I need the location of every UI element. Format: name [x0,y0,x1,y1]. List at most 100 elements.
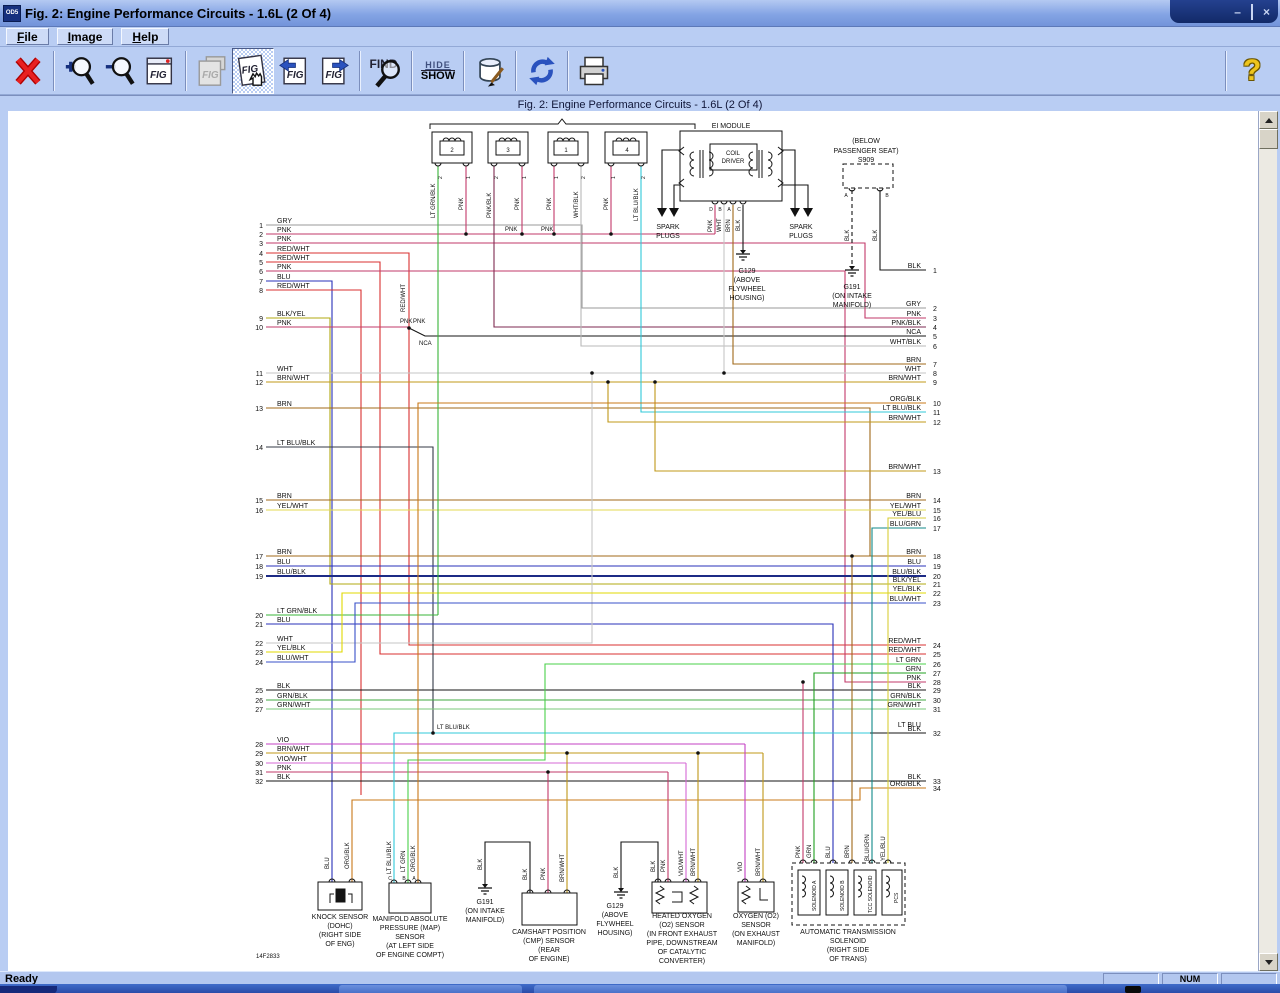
zoom-out-button[interactable] [100,49,140,93]
svg-text:BRN: BRN [277,401,292,408]
svg-text:15: 15 [933,508,941,515]
svg-text:9: 9 [933,380,937,387]
svg-text:BRN/WHT: BRN/WHT [888,375,921,382]
figure-next-icon: FIG [317,54,351,88]
svg-text:YEL/BLK: YEL/BLK [893,586,922,593]
window-title: Fig. 2: Engine Performance Circuits - 1.… [25,6,331,21]
svg-text:(ON INTAKE: (ON INTAKE [832,293,872,300]
toolbar-separator [185,51,187,91]
svg-text:20: 20 [255,613,263,620]
svg-text:LT GRN/BLK: LT GRN/BLK [431,184,437,218]
svg-text:GRN/WHT: GRN/WHT [888,702,922,709]
svg-text:23: 23 [255,650,263,657]
svg-text:KNOCK SENSOR: KNOCK SENSOR [312,914,368,921]
svg-text:EI MODULE: EI MODULE [712,123,751,130]
svg-text:2: 2 [581,176,587,179]
svg-text:14F2833: 14F2833 [256,954,280,960]
svg-text:YEL/WHT: YEL/WHT [277,503,309,510]
svg-text:CONVERTER): CONVERTER) [659,958,705,965]
highlight-button[interactable] [470,49,510,93]
svg-text:BLU: BLU [277,274,291,281]
svg-text:OXYGEN (O2): OXYGEN (O2) [733,913,779,920]
svg-text:1: 1 [611,176,617,179]
svg-text:11: 11 [256,371,263,378]
print-button[interactable] [574,49,614,93]
svg-text:3: 3 [933,316,937,323]
svg-text:18: 18 [255,564,263,571]
taskbar-button[interactable] [0,986,57,993]
svg-text:13: 13 [255,406,263,413]
next-figure-button[interactable]: FIG [314,49,354,93]
zoom-in-button[interactable] [60,49,100,93]
help-button[interactable]: ? [1232,49,1272,93]
taskbar-button[interactable] [709,985,892,993]
svg-text:BLU/WHT: BLU/WHT [277,655,309,662]
svg-text:OF ENGINE COMPT): OF ENGINE COMPT) [376,952,444,959]
svg-text:LT BLU/BLK: LT BLU/BLK [883,405,922,412]
svg-text:WHT: WHT [717,218,723,232]
taskbar-button[interactable] [534,985,717,993]
svg-text:32: 32 [933,731,941,738]
restore-button[interactable] [1251,6,1253,18]
svg-text:PLUGS: PLUGS [789,233,813,240]
menu-item-file[interactable]: File [6,28,49,45]
minimize-button[interactable]: – [1234,6,1241,18]
refresh-button[interactable] [522,49,562,93]
find-button[interactable]: FIND [366,49,406,93]
svg-text:21: 21 [933,582,941,589]
restore-icon [1251,4,1253,20]
window-controls: – × [1170,0,1278,23]
taskbar-button[interactable] [339,985,522,993]
vertical-scrollbar[interactable] [1258,111,1277,971]
svg-text:(BELOW: (BELOW [852,138,880,145]
close-figure-button[interactable] [8,49,48,93]
svg-text:4: 4 [933,325,937,332]
scroll-down-button[interactable] [1259,953,1278,971]
svg-text:1: 1 [259,223,263,230]
svg-text:BRN/WHT: BRN/WHT [691,848,697,876]
svg-text:SENSOR: SENSOR [395,934,425,941]
pan-figure-button[interactable]: FIG [232,48,274,94]
svg-text:GRN/BLK: GRN/BLK [890,693,921,700]
svg-text:1: 1 [554,176,560,179]
svg-text:PNK: PNK [907,675,922,682]
scroll-up-button[interactable] [1259,111,1278,129]
svg-text:4: 4 [259,251,263,258]
app-icon: OD5 [3,5,21,22]
svg-text:8: 8 [259,288,263,295]
svg-text:(ON INTAKE: (ON INTAKE [465,908,505,915]
svg-text:25: 25 [933,652,941,659]
menu-item-help[interactable]: Help [121,28,169,45]
taskbar-button[interactable] [884,985,1067,993]
scroll-down-arrow-icon [1265,960,1273,965]
svg-text:BRN: BRN [726,219,732,232]
svg-text:BRN: BRN [906,549,921,556]
svg-text:BRN/WHT: BRN/WHT [277,746,310,753]
previous-figure-button[interactable]: FIG [274,49,314,93]
svg-text:31: 31 [255,770,263,777]
scrollbar-thumb[interactable] [1259,129,1278,149]
diagram-canvas: EI MODULECOILDRIVER231421211212LT GRN/BL… [0,111,1280,971]
svg-text:BRN/WHT: BRN/WHT [888,464,921,471]
svg-text:YEL/BLU: YEL/BLU [892,511,921,518]
figure-window-button[interactable]: FIG [140,49,180,93]
svg-text:PASSENGER SEAT): PASSENGER SEAT) [833,148,898,155]
status-panel-3 [1221,973,1277,985]
svg-text:PNK: PNK [708,220,714,232]
svg-text:ORG/BLK: ORG/BLK [345,842,351,869]
svg-text:20: 20 [933,574,941,581]
svg-text:DRIVER: DRIVER [722,159,745,165]
svg-text:SOLENOID A: SOLENOID A [812,880,818,911]
svg-text:PNK: PNK [515,198,521,210]
svg-text:34: 34 [933,786,941,793]
svg-text:8: 8 [933,371,937,378]
svg-text:27: 27 [255,707,263,714]
menu-item-image[interactable]: Image [57,28,114,45]
svg-text:3: 3 [506,148,510,154]
svg-text:BLK: BLK [908,683,922,690]
svg-text:19: 19 [933,564,941,571]
figure-overview-button[interactable]: FIG [192,49,232,93]
svg-text:BLK: BLK [651,861,657,872]
close-button[interactable]: × [1263,6,1270,18]
hide-show-button[interactable]: HIDE SHOW [418,49,458,93]
